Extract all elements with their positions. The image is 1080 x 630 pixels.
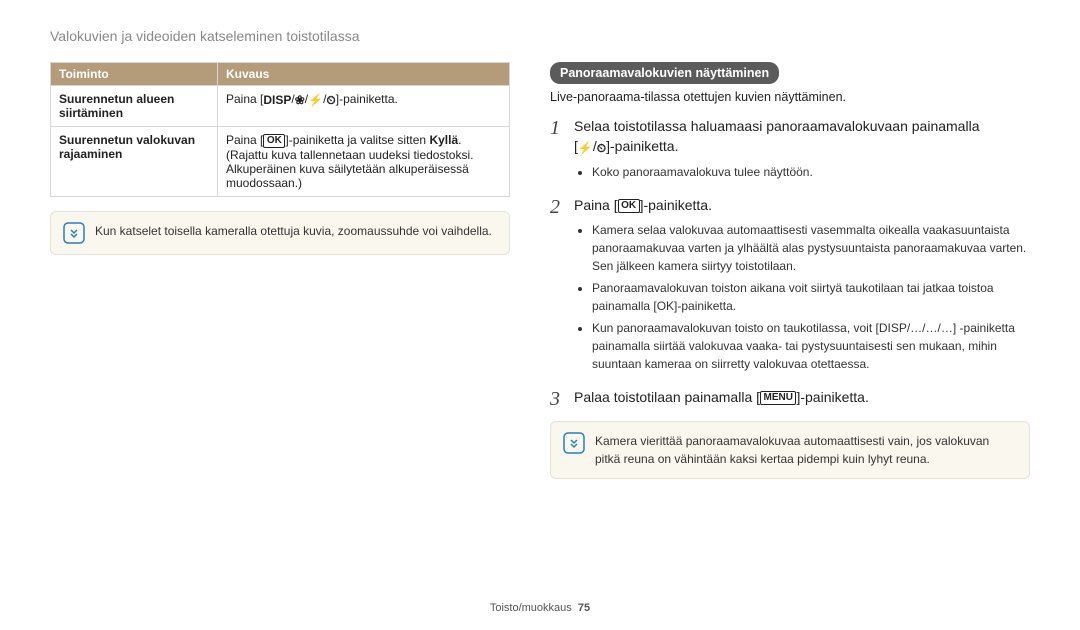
- timer-icon: ⏲: [326, 94, 335, 106]
- table-header-toiminto: Toiminto: [51, 63, 218, 86]
- step-1-bullet: Koko panoraamavalokuva tulee näyttöön.: [592, 163, 1030, 181]
- page-footer: Toisto/muokkaus 75: [0, 602, 1080, 614]
- section-subtext: Live-panoraama-tilassa otettujen kuvien …: [550, 90, 1030, 104]
- note-box: Kun katselet toisella kameralla otettuja…: [50, 211, 510, 255]
- note-text: Kamera vierittää panoraamavalokuvaa auto…: [595, 432, 1017, 468]
- step-2-bullet: Panoraamavalokuvan toiston aikana voit s…: [592, 279, 1030, 315]
- steps-list: Selaa toistotilassa haluamaasi panoraama…: [550, 116, 1030, 407]
- step-3: Palaa toistotilaan painamalla [MENU]-pai…: [550, 387, 1030, 407]
- cell-toiminto-1: Suurennetun alueen siirtäminen: [51, 86, 218, 127]
- footer-label: Toisto/muokkaus: [490, 602, 572, 614]
- table-header-kuvaus: Kuvaus: [218, 63, 510, 86]
- table-row: Suurennetun valokuvan rajaaminen Paina […: [51, 127, 510, 197]
- disp-icon: DISP: [263, 94, 291, 106]
- ok-icon: OK: [618, 199, 640, 213]
- cell-kuvaus-1: Paina [DISP/❀/⚡/⏲]-painiketta.: [218, 86, 510, 127]
- step-2: Paina [OK]-painiketta. Kamera selaa valo…: [550, 195, 1030, 373]
- timer-icon: ⏲: [597, 142, 606, 154]
- step-2-bullet: Kamera selaa valokuvaa automaattisesti v…: [592, 221, 1030, 275]
- cell-kuvaus-2: Paina [OK]-painiketta ja valitse sitten …: [218, 127, 510, 197]
- info-icon: [563, 432, 585, 468]
- note-text: Kun katselet toisella kameralla otettuja…: [95, 222, 492, 244]
- page-number: 75: [578, 602, 590, 614]
- ok-icon: OK: [263, 134, 285, 148]
- flower-icon: ❀: [295, 94, 305, 106]
- flash-icon: ⚡: [308, 94, 323, 106]
- page-title: Valokuvien ja videoiden katseleminen toi…: [50, 28, 1030, 44]
- flash-icon: ⚡: [578, 142, 593, 154]
- cell-toiminto-2: Suurennetun valokuvan rajaaminen: [51, 127, 218, 197]
- function-table: Toiminto Kuvaus Suurennetun alueen siirt…: [50, 62, 510, 197]
- note-box: Kamera vierittää panoraamavalokuvaa auto…: [550, 421, 1030, 479]
- table-row: Suurennetun alueen siirtäminen Paina [DI…: [51, 86, 510, 127]
- info-icon: [63, 222, 85, 244]
- step-1: Selaa toistotilassa haluamaasi panoraama…: [550, 116, 1030, 181]
- section-heading: Panoraamavalokuvien näyttäminen: [550, 62, 779, 84]
- menu-icon: MENU: [760, 391, 796, 405]
- step-2-bullet: Kun panoraamavalokuvan toisto on taukoti…: [592, 319, 1030, 373]
